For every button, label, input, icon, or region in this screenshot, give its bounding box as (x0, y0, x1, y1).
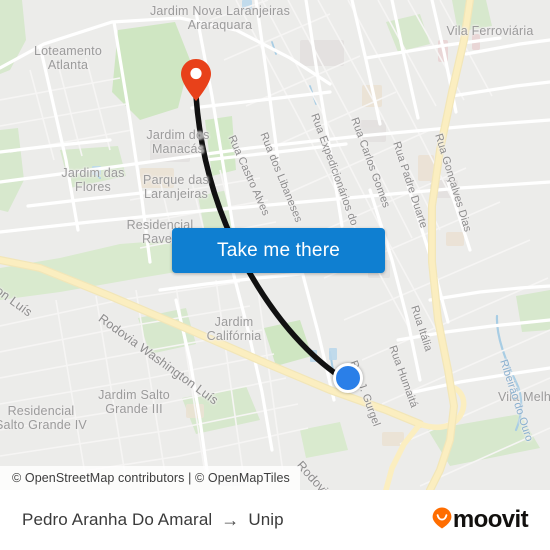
route-summary: Pedro Aranha Do Amaral → Unip (22, 510, 284, 530)
moovit-wordmark: moovit (452, 506, 529, 533)
origin-pin-icon[interactable] (180, 58, 212, 102)
footer-bar: Pedro Aranha Do Amaral → Unip moovit (0, 490, 550, 550)
map-attribution: © OpenStreetMap contributors | © OpenMap… (0, 466, 300, 490)
map-canvas[interactable]: Jardim Nova Laranjeiras Araraquara Lotea… (0, 0, 550, 490)
moovit-map-screen: Jardim Nova Laranjeiras Araraquara Lotea… (0, 0, 550, 550)
attribution-text: © OpenStreetMap contributors | © OpenMap… (12, 471, 290, 485)
destination-dot-icon[interactable] (333, 363, 363, 393)
moovit-logo[interactable]: moovit (432, 506, 529, 534)
route-destination-label: Unip (248, 510, 284, 529)
arrow-right-icon: → (221, 510, 240, 530)
moovit-pin-icon (432, 507, 452, 534)
take-me-there-button[interactable]: Take me there (172, 228, 385, 273)
route-origin-label: Pedro Aranha Do Amaral (22, 510, 213, 529)
